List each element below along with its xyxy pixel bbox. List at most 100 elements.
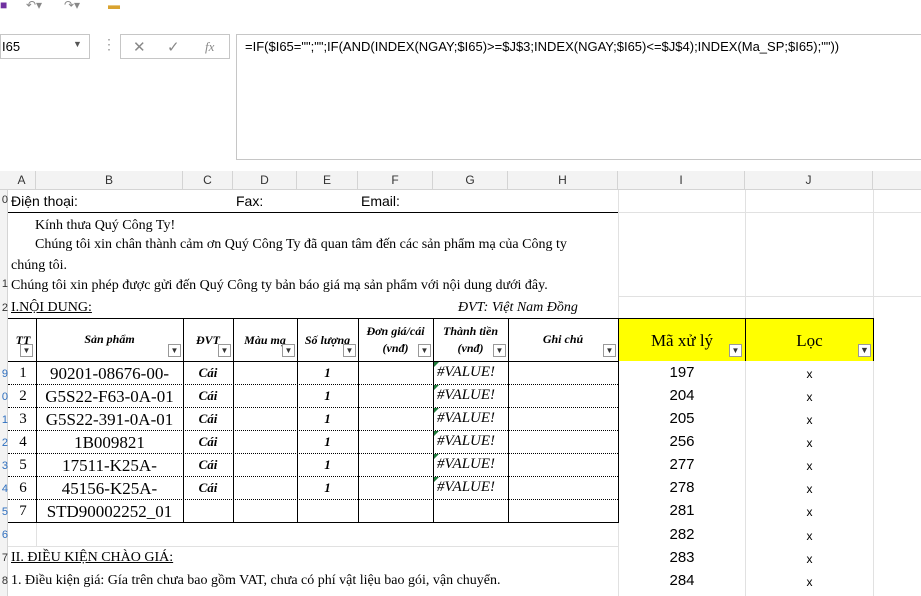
row-separator — [8, 499, 618, 500]
filter-dropdown-icon[interactable]: ▼ — [218, 344, 231, 357]
column-headers: A B C D E F G H I J — [0, 171, 921, 190]
cell-tt: 7 — [19, 503, 27, 519]
filter-dropdown-icon[interactable]: ▼ — [603, 344, 616, 357]
email-label: Email: — [361, 193, 400, 209]
letter-line: Chúng tôi xin phép được gửi đến Quý Công… — [11, 278, 548, 293]
cell-unit: Cái — [198, 480, 218, 495]
row-header[interactable]: 5 — [0, 506, 8, 518]
cell-amount: #VALUE! — [437, 433, 496, 449]
section-title: II. ĐIỀU KIỆN CHÀO GIÁ: — [11, 550, 174, 565]
cell-code: 282 — [669, 526, 695, 543]
cell-qty: 1 — [324, 457, 331, 472]
cell-unit: Cái — [198, 434, 218, 449]
cell-code: 281 — [669, 502, 695, 519]
cell-product: STD90002252_01 — [46, 502, 173, 521]
unit-note: ĐVT: Việt Nam Đồng — [458, 300, 578, 315]
row-header[interactable]: 7 — [0, 552, 8, 564]
column-header[interactable]: F — [358, 171, 433, 190]
confirm-icon[interactable]: ✓ — [167, 38, 180, 56]
header-product: Sản phẩm — [84, 332, 135, 346]
table-border — [233, 318, 234, 523]
filter-dropdown-icon[interactable]: ▼ — [343, 344, 356, 357]
filter-active-icon[interactable]: ▼ — [858, 344, 871, 357]
more-icon: ⋮ — [102, 36, 116, 52]
cell-filter: x — [806, 482, 813, 496]
cell-product: 90201-08676-00- — [50, 364, 169, 383]
table-border — [8, 522, 618, 523]
row-header[interactable]: 3 — [0, 460, 8, 472]
cell-product: G5S22-F63-0A-01 — [45, 387, 174, 406]
row-header[interactable]: 0 — [0, 391, 8, 403]
header-code: Mã xử lý — [650, 331, 714, 350]
cell-unit: Cái — [198, 411, 218, 426]
cell-filter: x — [806, 575, 813, 589]
cell-product: 17511-K25A- — [62, 456, 157, 475]
letter-greeting: Kính thưa Quý Công Ty! — [35, 218, 176, 233]
row-separator — [8, 476, 618, 477]
cancel-icon[interactable]: ✕ — [133, 38, 146, 56]
table-border — [745, 318, 746, 361]
row-separator — [8, 407, 618, 408]
table-border — [433, 318, 434, 523]
row-separator — [8, 384, 618, 385]
row-header[interactable]: 6 — [0, 529, 8, 541]
column-header[interactable]: I — [618, 171, 745, 190]
column-header[interactable]: D — [233, 171, 297, 190]
row-separator — [8, 430, 618, 431]
column-header[interactable]: J — [745, 171, 873, 190]
row-headers: 0 1 2 9 0 1 2 3 4 5 6 7 8 — [0, 190, 8, 596]
gridline — [873, 190, 874, 596]
column-header[interactable]: C — [183, 171, 233, 190]
chevron-down-icon[interactable]: ▼ — [73, 39, 82, 49]
filter-dropdown-icon[interactable]: ▼ — [729, 344, 742, 357]
column-header[interactable]: B — [36, 171, 183, 190]
table-border — [8, 361, 618, 362]
cell-product: 45156-K25A- — [61, 479, 158, 498]
formula-bar[interactable]: =IF($I65="";"";IF(AND(INDEX(NGAY;$I65)>=… — [236, 34, 921, 160]
cell-amount: #VALUE! — [437, 364, 496, 380]
cell-product: G5S22-391-0A-01 — [45, 410, 174, 429]
row-header[interactable]: 9 — [0, 368, 8, 380]
cell-unit: Cái — [198, 388, 218, 403]
insert-function-icon[interactable]: fx — [205, 39, 214, 55]
row-header[interactable]: 2 — [0, 437, 8, 449]
column-header[interactable]: A — [8, 171, 36, 190]
row-header[interactable]: 1 — [0, 414, 8, 426]
row-header[interactable]: 1 — [0, 278, 8, 290]
column-header[interactable]: E — [297, 171, 358, 190]
cell-code: 277 — [669, 456, 695, 473]
header-filter: Lọc — [796, 331, 823, 350]
filter-dropdown-icon[interactable]: ▼ — [282, 344, 295, 357]
filter-dropdown-icon[interactable]: ▼ — [20, 344, 33, 357]
section-title: I.NỘI DUNG: — [11, 300, 92, 315]
filter-dropdown-icon[interactable]: ▼ — [418, 344, 431, 357]
cell-code: 205 — [669, 410, 695, 427]
filter-dropdown-icon[interactable]: ▼ — [493, 344, 506, 357]
cell-filter: x — [806, 390, 813, 404]
row-header[interactable]: 2 — [0, 302, 8, 314]
cell-amount: #VALUE! — [437, 479, 496, 495]
table-border — [358, 318, 359, 523]
cell-product: 1B009821 — [74, 433, 145, 452]
cell-filter: x — [806, 505, 813, 519]
table-border — [873, 318, 874, 361]
undo-icon[interactable]: ↶▾ — [26, 0, 42, 12]
letter-line: chúng tôi. — [11, 258, 67, 273]
row-header[interactable]: 0 — [0, 194, 8, 206]
column-header[interactable]: H — [508, 171, 618, 190]
filter-dropdown-icon[interactable]: ▼ — [168, 344, 181, 357]
cell-qty: 1 — [324, 388, 331, 403]
save-icon[interactable]: ■ — [0, 0, 7, 12]
cell-filter: x — [806, 367, 813, 381]
column-header[interactable]: G — [433, 171, 508, 190]
cell-filter: x — [806, 552, 813, 566]
row-header[interactable]: 4 — [0, 483, 8, 495]
letter-line: Chúng tôi xin chân thành cảm ơn Quý Công… — [35, 237, 567, 252]
cell-qty: 1 — [324, 434, 331, 449]
gridline — [618, 212, 921, 213]
cell-amount: #VALUE! — [437, 456, 496, 472]
redo-icon[interactable]: ↷▾ — [64, 0, 80, 12]
row-header[interactable]: 8 — [0, 575, 8, 587]
cell-unit: Cái — [198, 365, 218, 380]
open-folder-icon[interactable]: ▬ — [108, 0, 120, 12]
